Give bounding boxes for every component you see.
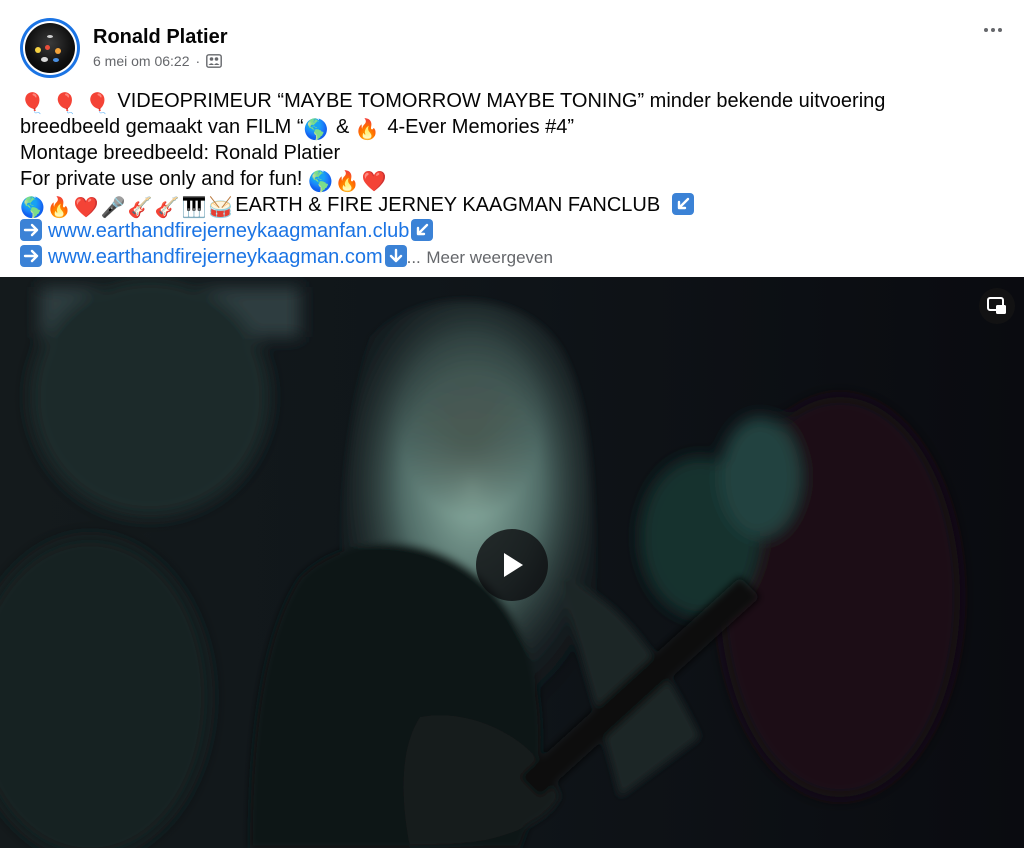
- text-line-3: Montage breedbeeld: Ronald Platier: [20, 142, 341, 164]
- avatar-image: [25, 23, 75, 73]
- text-line-7: www.earthandfirejerneykaagman.com ... Me…: [20, 244, 1000, 270]
- play-button[interactable]: [476, 529, 548, 601]
- more-horizontal-icon: [984, 28, 988, 32]
- headline-text: VIDEOPRIMEUR “MAYBE TOMORROW MAYBE TONIN…: [117, 90, 886, 112]
- text-line-4: For private use only and for fun! 🌎 🔥 ❤️: [20, 168, 387, 193]
- post-header: Ronald Platier 6 mei om 06:22 ·: [0, 0, 1024, 86]
- author-name[interactable]: Ronald Platier: [93, 26, 227, 49]
- picture-in-picture-button[interactable]: [979, 288, 1015, 324]
- fire-emoji: 🔥: [354, 119, 380, 141]
- fanclub-link[interactable]: www.earthandfirejerneykaagmanfan.club: [48, 220, 409, 242]
- avatar[interactable]: [20, 18, 80, 78]
- fanclub-text: EARTH & FIRE JERNEY KAAGMAN FANCLUB: [235, 194, 661, 216]
- text-line-1: 🎈 🎈 🎈 VIDEOPRIMEUR “MAYBE TOMORROW MAYBE…: [20, 88, 1000, 115]
- post-timestamp[interactable]: 6 mei om 06:22: [93, 53, 190, 69]
- arrow-down-left-icon: [411, 219, 434, 241]
- text-line-2: breedbeeld gemaakt van FILM “🌎 & 🔥 4-Eve…: [20, 116, 575, 141]
- arrow-down-icon: [384, 245, 407, 267]
- picture-in-picture-icon: [987, 297, 1006, 314]
- text-line-6: www.earthandfirejerneykaagmanfan.club: [20, 218, 1000, 244]
- text-line-5: 🌎 🔥 ❤️ 🎤 🎸 🎸 🎹 🥁 EARTH & FIRE JERNEY KAAGMAN FAN…: [20, 192, 1000, 219]
- meta-separator: ·: [195, 53, 201, 69]
- website-link[interactable]: www.earthandfirejerneykaagman.com: [48, 246, 383, 268]
- friends-icon[interactable]: [206, 54, 223, 68]
- post-text: 🎈 🎈 🎈 VIDEOPRIMEUR “MAYBE TOMORROW MAYBE…: [20, 88, 1000, 270]
- see-more-link[interactable]: Meer weergeven: [426, 248, 553, 267]
- arrow-right-icon: [20, 219, 42, 241]
- post-meta: 6 mei om 06:22 ·: [93, 53, 223, 69]
- ellipsis: ...: [406, 248, 421, 267]
- play-icon: [504, 553, 523, 577]
- more-options-button[interactable]: [978, 20, 1008, 40]
- arrow-right-icon: [20, 245, 42, 267]
- arrow-down-left-icon: [671, 193, 694, 215]
